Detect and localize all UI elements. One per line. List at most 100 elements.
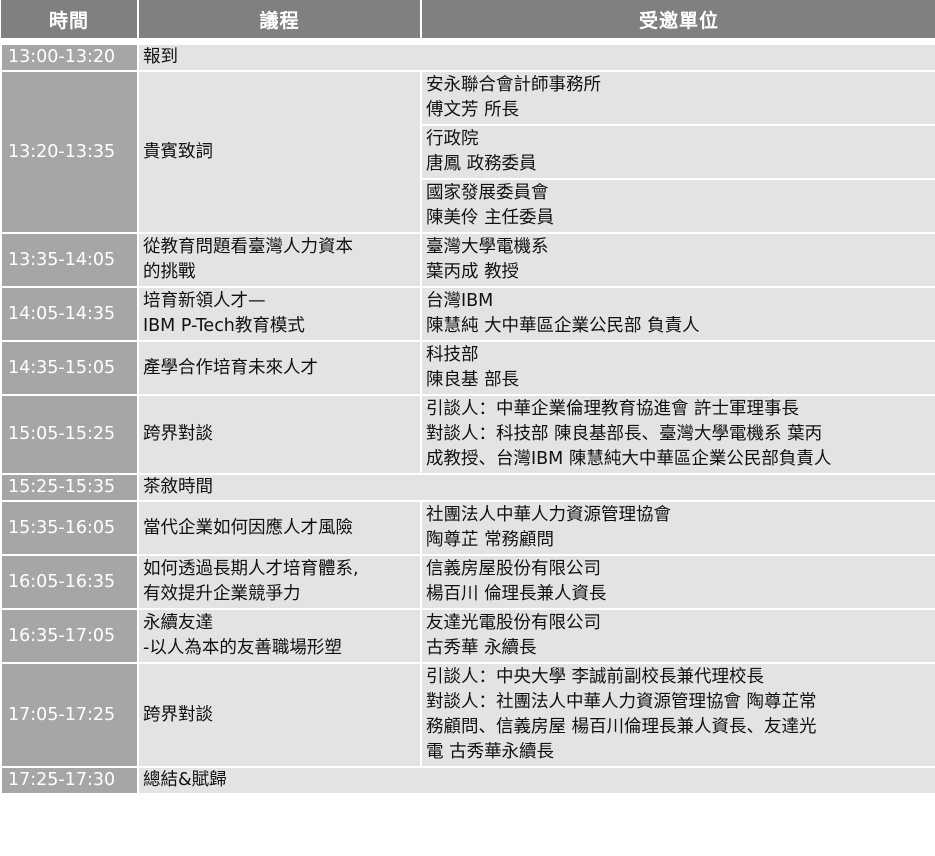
table-row: 15:35-16:05 當代企業如何因應人才風險 社團法人中華人力資源管理協會 陶尊芷… [0, 500, 935, 556]
table-row: 14:05-14:35 培育新領人才— IBM P-Tech教育模式 台灣IBM 陳慧純… [0, 286, 935, 342]
time-cell: 13:35-14:05 [0, 232, 139, 288]
agenda-cell: 產學合作培育未來人才 [137, 340, 422, 396]
agenda-cell: 茶敘時間 [137, 473, 935, 502]
guest-cell: 安永聯合會計師事務所 傅文芳 所長 行政院 唐鳳 政務委員 國家發展委員會 陳美伶 主任委… [420, 70, 935, 234]
agenda-line: 培育新領人才— [143, 291, 266, 311]
agenda-line: IBM P-Tech教育模式 [143, 316, 305, 336]
agenda-line: 總結&賦歸 [143, 770, 227, 790]
guest-line: 引談人：中華企業倫理教育協進會 許士軍理事長 [426, 399, 800, 419]
agenda-body: 13:00-13:20 報到 13:20-13:35 貴賓致詞 安永聯合會計師事務所 傅文… [0, 43, 935, 795]
guest-cell: 台灣IBM 陳慧純 大中華區企業公民部 負責人 [420, 286, 935, 342]
agenda-line: 報到 [143, 47, 178, 67]
agenda-cell: 永續友達 -以人為本的友善職場形塑 [137, 608, 422, 664]
guest-line: 信義房屋股份有限公司 [426, 559, 601, 579]
header-row: 時間 議程 受邀單位 [1, 0, 935, 38]
guest-line: 陳慧純 大中華區企業公民部 負責人 [426, 316, 700, 336]
agenda-cell: 貴賓致詞 [137, 70, 422, 234]
table-row: 16:05-16:35 如何透過長期人才培育體系, 有效提升企業競爭力 信義房屋股份有… [0, 554, 935, 610]
guest-line: 陳美伶 主任委員 [426, 208, 555, 228]
table-row: 13:20-13:35 貴賓致詞 安永聯合會計師事務所 傅文芳 所長行政院唐鳳 政務委… [0, 70, 935, 234]
agenda-cell: 總結&賦歸 [137, 766, 935, 795]
agenda-line: 茶敘時間 [143, 477, 213, 497]
guest-cell: 信義房屋股份有限公司 楊百川 倫理長兼人資長 [420, 554, 935, 610]
guest-line: 傅文芳 所長 [426, 100, 520, 120]
agenda-line: 有效提升企業競爭力 [143, 584, 301, 604]
table-row: 13:00-13:20 報到 [0, 43, 935, 72]
agenda-line: 跨界對談 [143, 424, 213, 444]
agenda-line: -以人為本的友善職場形塑 [143, 638, 342, 658]
time-cell: 15:25-15:35 [0, 473, 139, 502]
guest-block: 信義房屋股份有限公司 楊百川 倫理長兼人資長 [423, 557, 934, 607]
header-agenda: 議程 [138, 0, 422, 38]
table-row: 16:35-17:05 永續友達 -以人為本的友善職場形塑 友達光電股份有限公司 古秀華… [0, 608, 935, 664]
time-cell: 16:05-16:35 [0, 554, 139, 610]
guest-cell: 友達光電股份有限公司 古秀華 永續長 [420, 608, 935, 664]
table-row: 15:25-15:35 茶敘時間 [0, 473, 935, 502]
guest-block: 友達光電股份有限公司 古秀華 永續長 [423, 611, 934, 661]
time-cell: 13:00-13:20 [0, 43, 139, 72]
guest-block: 國家發展委員會 陳美伶 主任委員 [423, 180, 934, 231]
guest-line: 成教授、台灣IBM 陳慧純大中華區企業公民部負責人 [426, 449, 832, 469]
agenda-cell: 如何透過長期人才培育體系, 有效提升企業競爭力 [137, 554, 422, 610]
guest-line: 友達光電股份有限公司 [426, 613, 601, 633]
guest-line: 臺灣大學電機系 [426, 237, 549, 257]
guest-cell: 臺灣大學電機系 葉丙成 教授 [420, 232, 935, 288]
guest-cell: 引談人：中華企業倫理教育協進會 許士軍理事長對談人：科技部 陳良基部長、臺灣大學… [420, 394, 935, 475]
guest-block: 行政院唐鳳 政務委員 [423, 126, 934, 180]
agenda-line: 的挑戰 [143, 262, 196, 282]
agenda-line: 永續友達 [143, 613, 213, 633]
table-row: 14:35-15:05 產學合作培育未來人才 科技部陳良基 部長 [0, 340, 935, 396]
guest-line: 國家發展委員會 [426, 183, 549, 203]
guest-line: 陳良基 部長 [426, 370, 520, 390]
agenda-table: 時間 議程 受邀單位 13:00-13:20 報到 13:20-13:35 貴賓致詞 安… [0, 0, 935, 795]
guest-line: 對談人：社團法人中華人力資源管理協會 陶尊芷常 [426, 692, 817, 712]
agenda-cell: 當代企業如何因應人才風險 [137, 500, 422, 556]
guest-cell: 引談人：中央大學 李誠前副校長兼代理校長對談人：社團法人中華人力資源管理協會 陶… [420, 662, 935, 768]
guest-line: 楊百川 倫理長兼人資長 [426, 584, 607, 604]
guest-cell: 社團法人中華人力資源管理協會 陶尊芷 常務顧問 [420, 500, 935, 556]
agenda-line: 當代企業如何因應人才風險 [143, 517, 353, 538]
agenda-line: 跨界對談 [143, 704, 213, 725]
guest-line: 務顧問、信義房屋 楊百川倫理長兼人資長、友達光 [426, 717, 817, 737]
guest-block: 社團法人中華人力資源管理協會 陶尊芷 常務顧問 [423, 503, 934, 553]
guest-line: 社團法人中華人力資源管理協會 [426, 505, 671, 525]
guest-block: 臺灣大學電機系 葉丙成 教授 [423, 235, 934, 285]
time-cell: 14:05-14:35 [0, 286, 139, 342]
agenda-cell: 從教育問題看臺灣人力資本 的挑戰 [137, 232, 422, 288]
guest-line: 引談人：中央大學 李誠前副校長兼代理校長 [426, 667, 765, 687]
guest-block: 台灣IBM 陳慧純 大中華區企業公民部 負責人 [423, 289, 934, 339]
time-cell: 17:05-17:25 [0, 662, 139, 768]
agenda-cell: 跨界對談 [137, 662, 422, 768]
header-time: 時間 [1, 0, 139, 38]
agenda-line: 從教育問題看臺灣人力資本 [143, 237, 353, 257]
guest-block: 安永聯合會計師事務所 傅文芳 所長 [423, 73, 934, 126]
guest-line: 對談人：科技部 陳良基部長、臺灣大學電機系 葉丙 [426, 424, 823, 444]
agenda-cell: 跨界對談 [137, 394, 422, 475]
guest-block: 引談人：中央大學 李誠前副校長兼代理校長對談人：社團法人中華人力資源管理協會 陶… [423, 665, 934, 765]
guest-line: 古秀華 永續長 [426, 638, 537, 658]
guest-line: 行政院 [426, 129, 479, 149]
guest-line: 科技部 [426, 345, 479, 365]
guest-cell: 科技部 陳良基 部長 [420, 340, 935, 396]
table-row: 17:25-17:30 總結&賦歸 [0, 766, 935, 795]
time-cell: 15:05-15:25 [0, 394, 139, 475]
agenda-line: 貴賓致詞 [143, 141, 213, 162]
time-cell: 17:25-17:30 [0, 766, 139, 795]
table-row: 15:05-15:25 跨界對談 引談人：中華企業倫理教育協進會 許士軍理事長對談人… [0, 394, 935, 475]
header-guest: 受邀單位 [421, 0, 935, 38]
guest-line: 葉丙成 教授 [426, 262, 520, 282]
guest-line: 台灣IBM [426, 291, 494, 311]
guest-line: 唐鳳 政務委員 [426, 154, 537, 174]
time-cell: 15:35-16:05 [0, 500, 139, 556]
table-row: 13:35-14:05 從教育問題看臺灣人力資本 的挑戰 臺灣大學電機系 葉丙成 教授 [0, 232, 935, 288]
agenda-cell: 報到 [137, 43, 935, 72]
agenda-cell: 培育新領人才— IBM P-Tech教育模式 [137, 286, 422, 342]
guest-line: 電 古秀華永續長 [426, 742, 555, 762]
agenda-line: 產學合作培育未來人才 [143, 357, 318, 378]
table-row: 17:05-17:25 跨界對談 引談人：中央大學 李誠前副校長兼代理校長對談人：社… [0, 662, 935, 768]
guest-block: 科技部 陳良基 部長 [423, 343, 934, 393]
time-cell: 14:35-15:05 [0, 340, 139, 396]
time-cell: 13:20-13:35 [0, 70, 139, 234]
guest-line: 陶尊芷 常務顧問 [426, 530, 555, 550]
guest-block: 引談人：中華企業倫理教育協進會 許士軍理事長對談人：科技部 陳良基部長、臺灣大學… [423, 397, 934, 472]
